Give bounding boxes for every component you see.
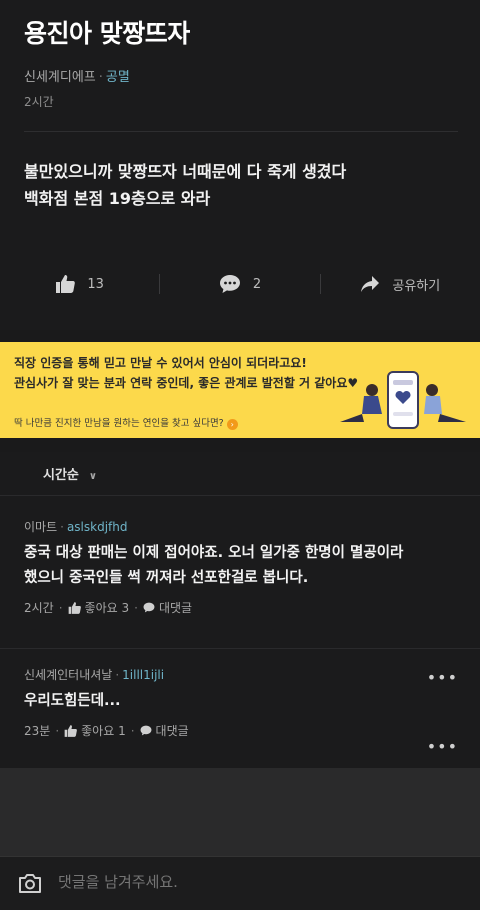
post-body-line: 불만있으니까 맞짱뜨자 너때문에 다 죽게 생겼다 — [24, 162, 347, 181]
comment-item: 이마트 · aslskdjfhd 중국 대상 판매는 이제 접어야죠. 오너 일가중… — [24, 518, 458, 687]
comment-text: 중국 대상 판매는 이제 접어야죠. 오너 일가중 한명이 멸공이라 했으니 중… — [24, 541, 458, 591]
post-body: 불만있으니까 맞짱뜨자 너때문에 다 죽게 생겼다 백화점 본점 19층으로 와… — [24, 158, 346, 212]
post-body-line: 백화점 본점 19층으로 와라 — [24, 189, 211, 208]
banner-cta[interactable]: 딱 나만큼 진지한 만남을 원하는 연인을 찾고 싶다면? › — [14, 415, 238, 430]
ad-banner[interactable]: 직장 인증을 통해 믿고 만날 수 있어서 안심이 되더라고요! 관심사가 잘 … — [0, 342, 480, 438]
comment-company[interactable]: 이마트 — [24, 520, 57, 534]
comment-meta: 신세계인터내셔날 · 1illl1ijli — [24, 668, 165, 682]
comment-like-button[interactable]: 좋아요 1 — [81, 722, 126, 739]
post-author-meta: 신세계디에프 · 공멸 — [24, 70, 130, 85]
comment-text-line: 중국 대상 판매는 이제 접어야죠. 오너 일가중 한명이 멸공이라 — [24, 545, 404, 561]
comment-text-line: 우리도힘든데... — [24, 693, 121, 709]
arrow-right-icon: › — [226, 419, 238, 430]
comment-footer: 2시간 · 좋아요 3 · 대댓글 — [24, 599, 193, 616]
comment-user[interactable]: 1illl1ijli — [122, 668, 164, 682]
banner-line: 관심사가 잘 맞는 분과 연락 중인데, 좋은 관계로 발전할 거 같아요♥ — [14, 376, 359, 390]
comment-meta: 이마트 · aslskdjfhd — [24, 520, 128, 534]
comment-company[interactable]: 신세계인터내셔날 — [24, 668, 112, 682]
divider — [24, 131, 458, 132]
speech-bubble-icon[interactable] — [143, 602, 155, 613]
post-title: 용진아 맞짱뜨자 — [24, 19, 190, 48]
chevron-down-icon: ∨ — [88, 471, 98, 482]
post-header: 용진아 맞짱뜨자 신세계디에프 · 공멸 2시간 불만있으니까 맞짱뜨자 너때문에 … — [0, 0, 480, 330]
thumbs-up-icon — [55, 275, 76, 293]
post-company[interactable]: 신세계디에프 — [24, 70, 96, 85]
comment-footer: 23분 · 좋아요 1 · 대댓글 — [24, 722, 189, 739]
comment-count: 2 — [252, 276, 262, 292]
comment-like-button[interactable]: 좋아요 3 — [85, 599, 130, 616]
comment-button[interactable]: 2 — [160, 262, 319, 306]
comment-reply-button[interactable]: 대댓글 — [156, 722, 189, 739]
comment-input[interactable] — [58, 873, 438, 891]
banner-cta-text: 딱 나만큼 진지한 만남을 원하는 연인을 찾고 싶다면? — [14, 418, 224, 429]
divider — [0, 648, 480, 649]
like-button[interactable]: 13 — [0, 262, 159, 306]
comment-input-bar — [0, 856, 480, 910]
share-button[interactable]: 공유하기 — [321, 262, 480, 306]
more-options-icon[interactable]: ••• — [427, 737, 458, 756]
comment-user[interactable]: aslskdjfhd — [67, 520, 128, 534]
thumbs-up-icon[interactable] — [68, 601, 81, 614]
comments-section: 시간순 ∨ 이마트 · aslskdjfhd 중국 대상 판매는 이제 접어야죠. 오… — [0, 452, 480, 768]
comment-item: 신세계인터내셔날 · 1illl1ijli 우리도힘든데... 23분 · 좋아요 … — [24, 666, 458, 756]
post-actions: 13 2 공유하기 — [0, 262, 480, 306]
banner-line: 직장 인증을 통해 믿고 만날 수 있어서 안심이 되더라고요! — [14, 356, 307, 370]
sort-dropdown[interactable]: 시간순 ∨ — [43, 464, 97, 483]
speech-bubble-icon — [219, 274, 241, 294]
post-time: 2시간 — [24, 95, 54, 109]
couple-phone-illustration — [340, 371, 466, 429]
sort-label: 시간순 — [43, 468, 79, 483]
share-arrow-icon — [360, 275, 380, 293]
divider — [0, 495, 480, 496]
comment-text-line: 했으니 중국인들 썩 꺼져라 선포한걸로 봅니다. — [24, 570, 309, 586]
empty-area — [0, 768, 480, 856]
comment-reply-button[interactable]: 대댓글 — [159, 599, 192, 616]
camera-icon[interactable] — [18, 872, 42, 898]
post-job[interactable]: 공멸 — [106, 70, 130, 85]
comment-time: 23분 — [24, 724, 51, 738]
comment-time: 2시간 — [24, 601, 54, 615]
comment-text: 우리도힘든데... — [24, 689, 458, 714]
like-count: 13 — [87, 276, 104, 292]
share-label: 공유하기 — [392, 278, 441, 294]
speech-bubble-icon[interactable] — [140, 725, 152, 736]
thumbs-up-icon[interactable] — [64, 724, 78, 737]
